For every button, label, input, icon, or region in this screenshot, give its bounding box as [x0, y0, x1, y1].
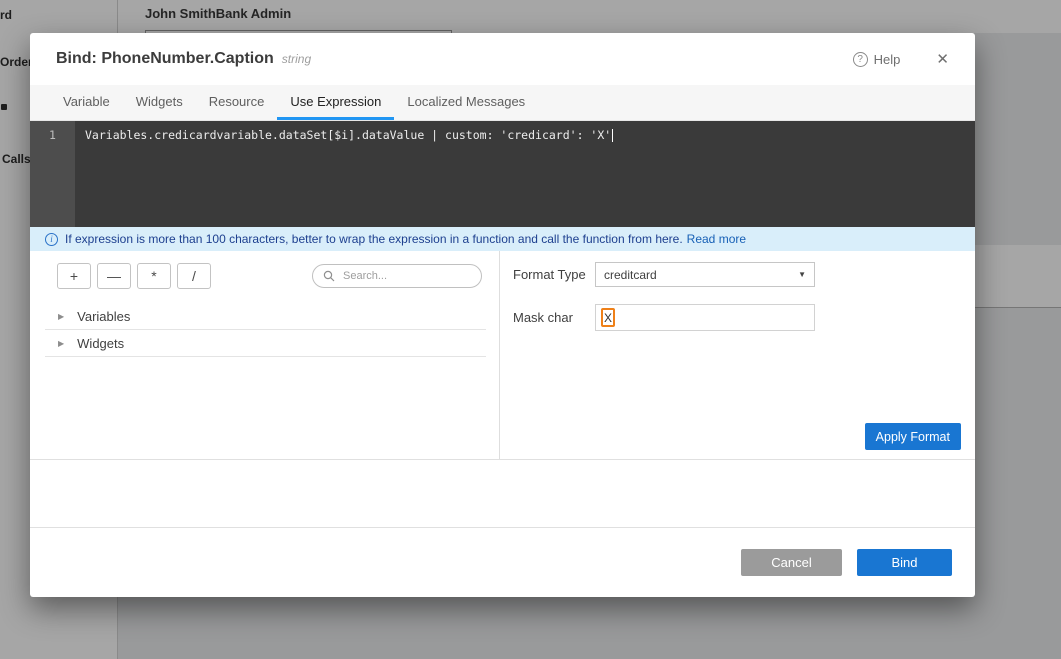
- mask-char-label: Mask char: [513, 310, 595, 325]
- help-label: Help: [874, 52, 901, 67]
- cancel-button[interactable]: Cancel: [741, 549, 842, 576]
- dropdown-arrow-icon: ▼: [798, 270, 806, 279]
- close-icon[interactable]: ✕: [936, 52, 949, 67]
- help-icon: ?: [853, 52, 868, 67]
- tree-item-variables[interactable]: ▶ Variables: [45, 303, 486, 330]
- read-more-link[interactable]: Read more: [687, 232, 746, 246]
- search-input[interactable]: [341, 269, 471, 283]
- text-cursor-icon: [612, 129, 613, 142]
- operator-plus-button[interactable]: +: [57, 263, 91, 289]
- bind-button[interactable]: Bind: [857, 549, 952, 576]
- tree-label-widgets: Widgets: [77, 336, 124, 351]
- format-type-select[interactable]: creditcard ▼: [595, 262, 815, 287]
- tab-use-expression[interactable]: Use Expression: [277, 85, 394, 120]
- dialog-header: Bind: PhoneNumber.Caption string ? Help …: [30, 33, 975, 85]
- tab-resource[interactable]: Resource: [196, 85, 278, 120]
- dialog-type-label: string: [282, 52, 311, 66]
- operator-minus-button[interactable]: —: [97, 263, 131, 289]
- tab-bar: Variable Widgets Resource Use Expression…: [30, 85, 975, 121]
- dialog-content: + — * / ▶ Variables ▶: [30, 251, 975, 460]
- operator-asterisk-button[interactable]: *: [137, 263, 171, 289]
- caret-right-icon: ▶: [58, 339, 64, 348]
- search-icon: [323, 270, 335, 282]
- mask-char-row: Mask char X: [513, 304, 961, 331]
- line-number: 1: [49, 128, 56, 142]
- help-button[interactable]: ? Help: [853, 52, 901, 67]
- format-type-value: creditcard: [604, 268, 657, 282]
- editor-code-area[interactable]: Variables.credicardvariable.dataSet[$i].…: [75, 121, 975, 227]
- dialog-footer: Cancel Bind: [30, 527, 975, 597]
- bind-dialog: Bind: PhoneNumber.Caption string ? Help …: [30, 33, 975, 597]
- operator-toolbar: + — * /: [57, 263, 482, 289]
- expression-editor[interactable]: 1 Variables.credicardvariable.dataSet[$i…: [30, 121, 975, 227]
- format-type-row: Format Type creditcard ▼: [513, 262, 961, 287]
- info-text: If expression is more than 100 character…: [65, 232, 683, 246]
- apply-format-button[interactable]: Apply Format: [865, 423, 961, 450]
- expression-text: Variables.credicardvariable.dataSet[$i].…: [85, 128, 611, 142]
- mask-char-input[interactable]: X: [595, 304, 815, 331]
- operator-slash-button[interactable]: /: [177, 263, 211, 289]
- search-box[interactable]: [312, 264, 482, 288]
- expression-helpers-panel: + — * / ▶ Variables ▶: [30, 251, 500, 459]
- dialog-spacer: [30, 460, 975, 527]
- dialog-title: Bind: PhoneNumber.Caption: [56, 50, 274, 68]
- format-type-label: Format Type: [513, 267, 595, 282]
- bind-source-tree: ▶ Variables ▶ Widgets: [45, 303, 486, 357]
- tab-widgets[interactable]: Widgets: [123, 85, 196, 120]
- tree-label-variables: Variables: [77, 309, 130, 324]
- info-icon: i: [45, 233, 58, 246]
- tab-localized-messages[interactable]: Localized Messages: [394, 85, 538, 120]
- editor-gutter: 1: [30, 121, 75, 227]
- tab-variable[interactable]: Variable: [50, 85, 123, 120]
- mask-char-value: X: [601, 308, 615, 327]
- caret-right-icon: ▶: [58, 312, 64, 321]
- tree-item-widgets[interactable]: ▶ Widgets: [45, 330, 486, 357]
- format-panel: Format Type creditcard ▼ Mask char X App…: [500, 251, 975, 459]
- info-bar: i If expression is more than 100 charact…: [30, 227, 975, 251]
